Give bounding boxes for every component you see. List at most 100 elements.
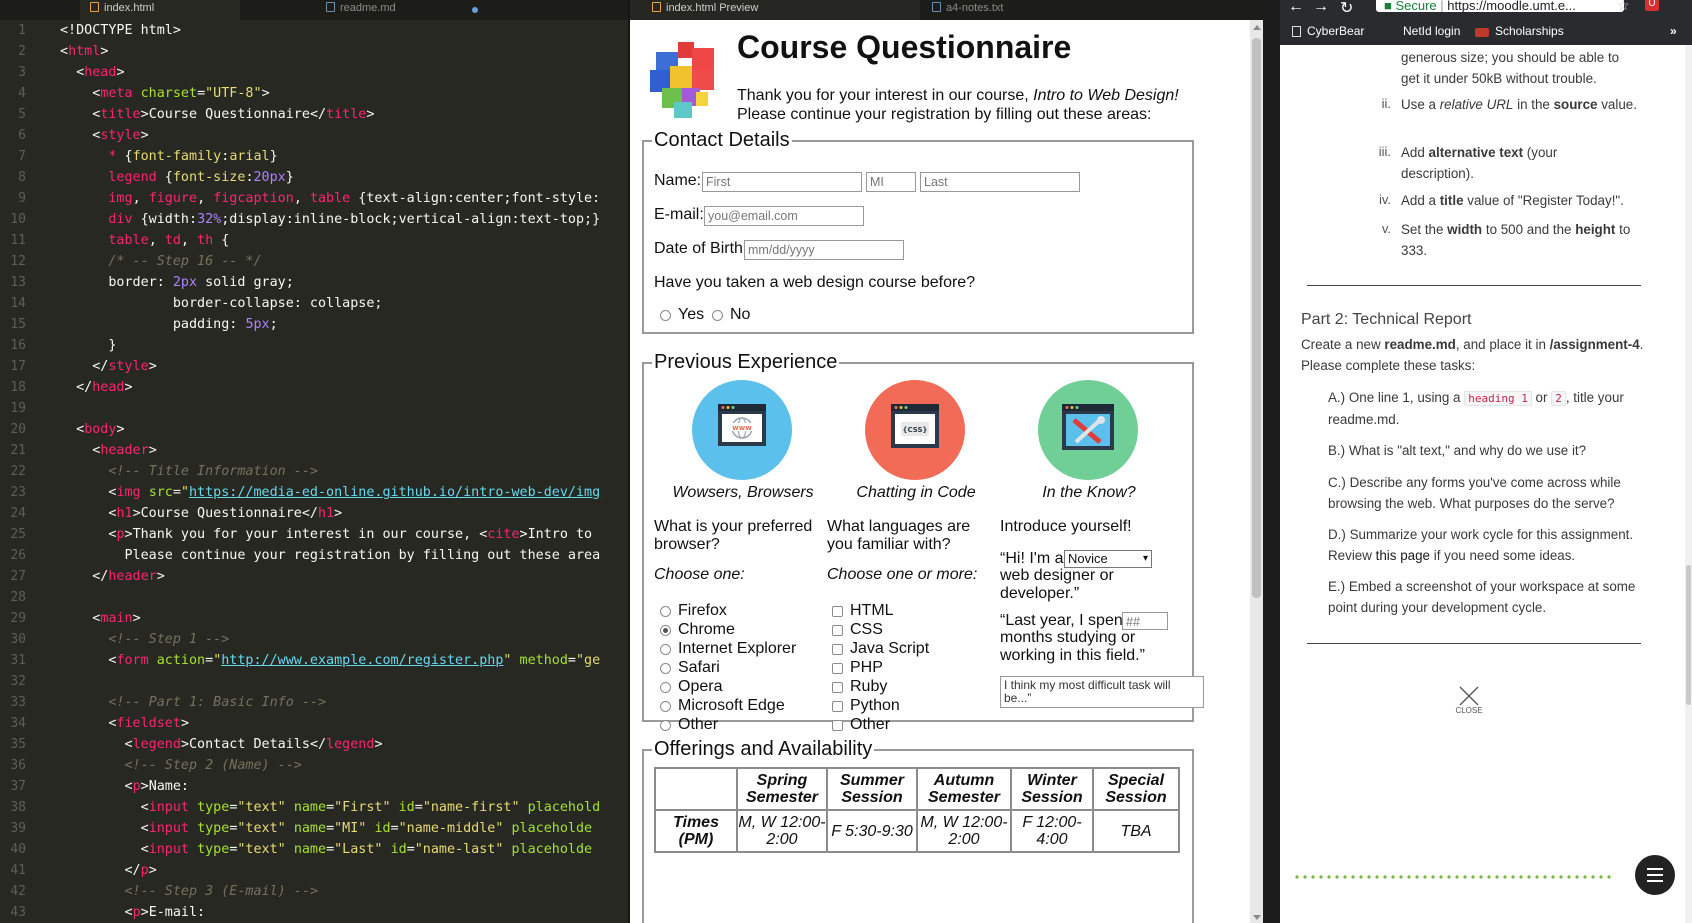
more-bookmarks-chevron-icon[interactable]: » <box>1670 23 1677 39</box>
page-scrollbar[interactable] <box>1685 45 1692 923</box>
browser-radio[interactable] <box>660 720 671 731</box>
last-name-input[interactable]: Last <box>920 172 1080 192</box>
code-line[interactable]: <p>Name: <box>60 776 620 797</box>
language-hint: Choose one or more: <box>827 566 978 583</box>
extension-icon[interactable]: U <box>1645 0 1659 11</box>
code-line[interactable]: <header> <box>60 440 620 461</box>
code-line[interactable]: </style> <box>60 356 620 377</box>
browser-radio-selected[interactable] <box>660 625 671 636</box>
scrollbar-thumb[interactable] <box>1686 565 1691 705</box>
code-area[interactable]: <!DOCTYPE html> <html> <head> <meta char… <box>60 20 620 923</box>
code-line[interactable]: <img src="https://media-ed-online.github… <box>60 482 620 503</box>
code-line[interactable]: <html> <box>60 41 620 62</box>
browser-radio[interactable] <box>660 663 671 674</box>
code-line[interactable]: <!-- Step 3 (E-mail) --> <box>60 881 620 902</box>
code-line[interactable] <box>60 587 620 608</box>
browser-radio[interactable] <box>660 682 671 693</box>
code-line[interactable]: <!DOCTYPE html> <box>60 20 620 41</box>
code-line[interactable]: <input type="text" name="MI" id="name-mi… <box>60 818 620 839</box>
code-line[interactable]: <fieldset> <box>60 713 620 734</box>
code-line[interactable]: <!-- Step 1 --> <box>60 629 620 650</box>
code-line[interactable]: <p>E-mail: <box>60 902 620 923</box>
part2-text: Create a new <box>1301 337 1385 352</box>
code-line[interactable]: </head> <box>60 377 620 398</box>
scroll-down-arrow-icon[interactable] <box>1253 915 1261 920</box>
code-line[interactable]: <style> <box>60 125 620 146</box>
tab-preview[interactable]: index.html Preview <box>630 0 920 20</box>
code-line[interactable]: <title>Course Questionnaire</title> <box>60 104 620 125</box>
language-checkbox[interactable] <box>832 625 843 636</box>
code-line[interactable]: } <box>60 335 620 356</box>
reload-icon[interactable]: ↻ <box>1340 0 1353 18</box>
tab-index-html[interactable]: index.html <box>80 0 240 20</box>
code-line[interactable] <box>60 671 620 692</box>
code-line[interactable]: <main> <box>60 608 620 629</box>
header-summer: Summer Session <box>826 767 918 811</box>
scrollbar-thumb[interactable] <box>1252 38 1261 598</box>
code-line[interactable]: img, figure, figcaption, table {text-ali… <box>60 188 620 209</box>
code-line[interactable]: * {font-family:arial} <box>60 146 620 167</box>
language-checkbox[interactable] <box>832 720 843 731</box>
code-line[interactable]: <input type="text" name="Last" id="name-… <box>60 839 620 860</box>
no-radio[interactable] <box>712 310 723 321</box>
language-checkbox[interactable] <box>832 701 843 712</box>
code-line[interactable]: <!-- Title Information --> <box>60 461 620 482</box>
menu-button[interactable] <box>1635 855 1675 895</box>
preview-scrollbar[interactable] <box>1250 20 1263 923</box>
code-line[interactable]: <!-- Part 1: Basic Info --> <box>60 692 620 713</box>
code-line[interactable]: <input type="text" name="First" id="name… <box>60 797 620 818</box>
step-text: Add a <box>1401 193 1440 208</box>
code-line[interactable]: table, td, th { <box>60 230 620 251</box>
code-line[interactable]: /* -- Step 16 -- */ <box>60 251 620 272</box>
code-line[interactable]: <body> <box>60 419 620 440</box>
code-line[interactable] <box>60 398 620 419</box>
browser-radio[interactable] <box>660 701 671 712</box>
code-editor[interactable]: index.html readme.md 1 2 3 4 5 6 7 8 9 10 11 12 13 14… <box>0 0 628 923</box>
code-line[interactable]: legend {font-size:20px} <box>60 167 620 188</box>
tab-a4-notes[interactable]: a4-notes.txt <box>920 0 1090 20</box>
address-bar[interactable]: ■ Secure | https://moodle.umt.e... <box>1376 0 1624 12</box>
bookmark-netid[interactable]: NetId login <box>1388 23 1460 39</box>
code-line[interactable]: div {width:32%;display:inline-block;vert… <box>60 209 620 230</box>
browser-radio[interactable] <box>660 644 671 655</box>
code-line[interactable]: <meta charset="UTF-8"> <box>60 83 620 104</box>
code-line[interactable]: <head> <box>60 62 620 83</box>
language-checkbox[interactable] <box>832 663 843 674</box>
review-link[interactable]: this page <box>1376 548 1430 563</box>
code-line[interactable]: border-collapse: collapse; <box>60 293 620 314</box>
difficult-task-textarea[interactable]: I think my most difficult task will be..… <box>1000 676 1204 708</box>
back-arrow-icon[interactable]: ← <box>1288 0 1304 16</box>
code-line[interactable]: border: 2px solid gray; <box>60 272 620 293</box>
dob-field[interactable]: mm/dd/yyyy <box>744 240 904 260</box>
language-checkbox[interactable] <box>832 644 843 655</box>
email-field[interactable]: you@email.com <box>704 206 864 226</box>
header-special: Special Session <box>1092 767 1180 811</box>
language-checkbox[interactable] <box>832 606 843 617</box>
code-line[interactable]: <form action="http://www.example.com/reg… <box>60 650 620 671</box>
first-name-input[interactable]: First <box>702 172 862 192</box>
tab-readme-md[interactable]: readme.md <box>240 0 486 20</box>
forward-arrow-icon[interactable]: → <box>1313 0 1329 16</box>
code-line[interactable]: <p>Thank you for your interest in our co… <box>60 524 620 545</box>
bookmark-cyberbear[interactable]: CyberBear <box>1292 23 1364 39</box>
yes-radio[interactable] <box>660 310 671 321</box>
intro-text-part: Please continue your registration by fil… <box>737 106 1152 123</box>
code-line[interactable]: <legend>Contact Details</legend> <box>60 734 620 755</box>
scroll-up-arrow-icon[interactable] <box>1253 25 1261 30</box>
level-select[interactable]: Novice <box>1064 550 1152 568</box>
code-line[interactable]: <!-- Step 2 (Name) --> <box>60 755 620 776</box>
close-button[interactable]: CLOSE <box>1454 686 1484 715</box>
middle-initial-input[interactable]: MI <box>866 172 916 192</box>
code-line[interactable]: <h1>Course Questionnaire</h1> <box>60 503 620 524</box>
browser-radio[interactable] <box>660 606 671 617</box>
step-number: iv. <box>1378 192 1391 207</box>
code-line[interactable]: padding: 5px; <box>60 314 620 335</box>
bookmark-scholarships[interactable]: Scholarships <box>1475 23 1564 39</box>
months-input[interactable]: ## <box>1122 612 1168 630</box>
language-checkbox[interactable] <box>832 682 843 693</box>
code-line[interactable]: Please continue your registration by fil… <box>60 545 620 566</box>
code-line[interactable]: </header> <box>60 566 620 587</box>
step-bold: alternative text <box>1428 145 1524 160</box>
bookmark-star-icon[interactable]: ☆ <box>1617 0 1630 14</box>
code-line[interactable]: </p> <box>60 860 620 881</box>
